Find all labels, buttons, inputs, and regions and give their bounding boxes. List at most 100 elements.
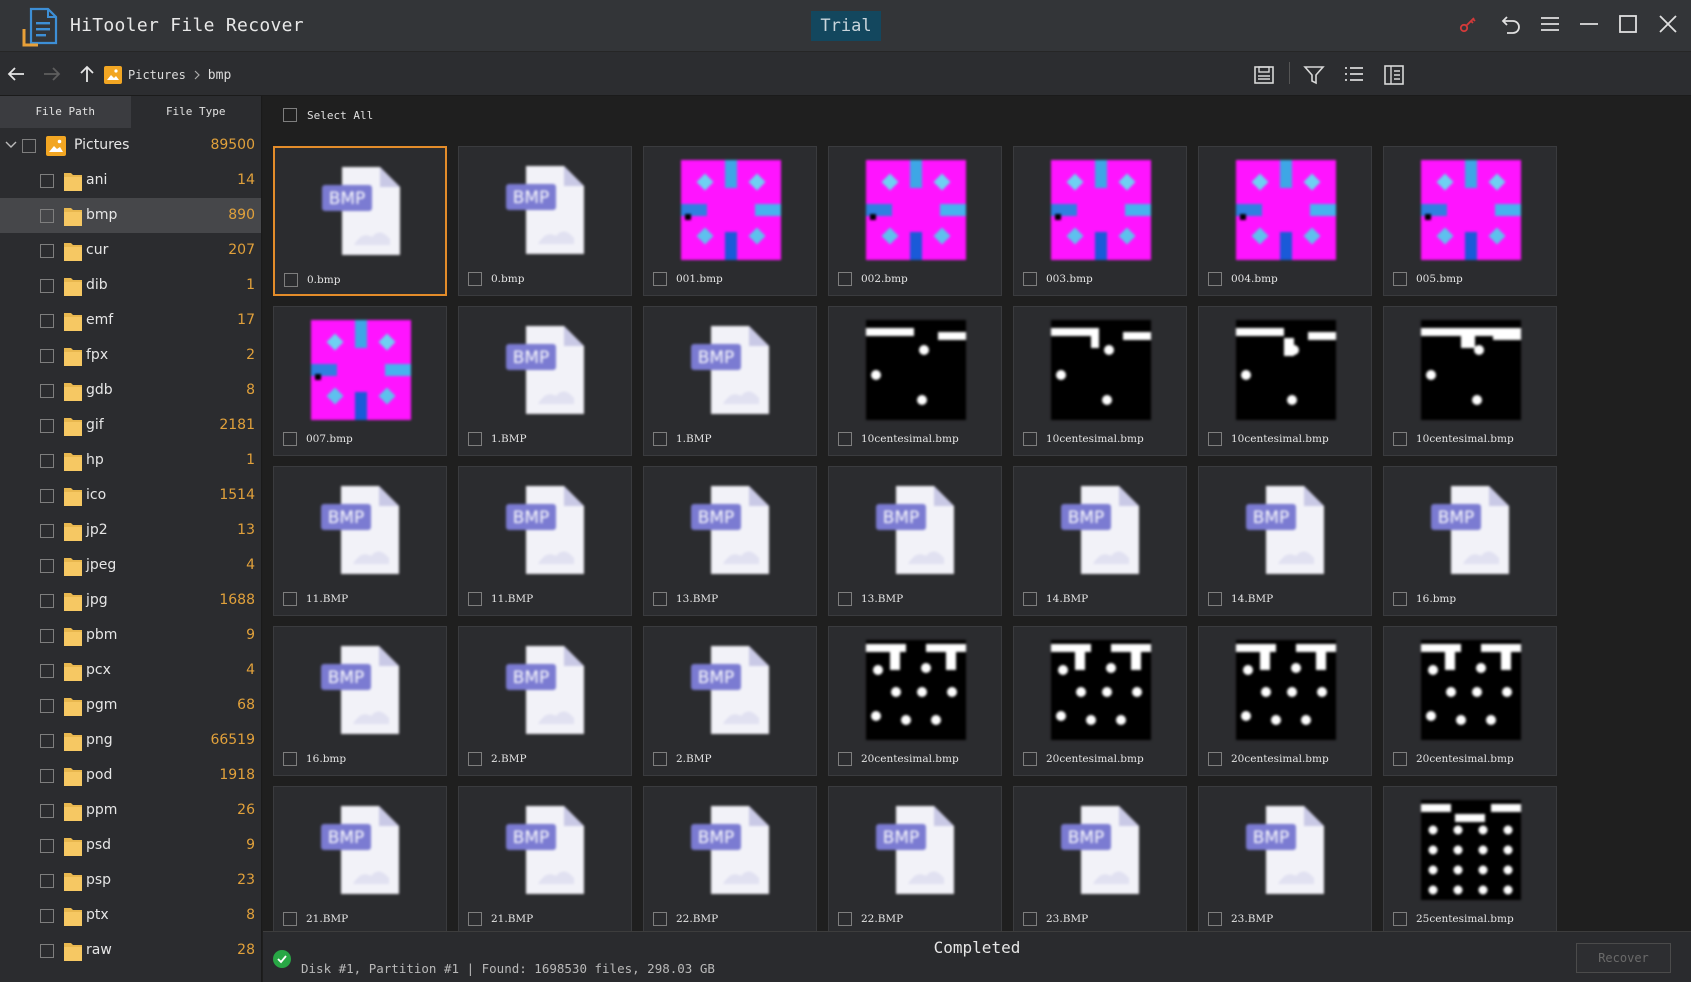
file-card[interactable]: 20centesimal.bmp [1198,626,1372,776]
tree-item-checkbox[interactable] [40,209,54,223]
sidebar-item-fpx[interactable]: fpx 2 [0,338,261,373]
file-card[interactable]: 003.bmp [1013,146,1187,296]
file-card[interactable]: 20centesimal.bmp [1013,626,1187,776]
file-checkbox[interactable] [838,752,852,766]
tab-file-path[interactable]: File Path [0,96,131,128]
file-checkbox[interactable] [283,592,297,606]
list-view-icon[interactable] [1339,60,1369,90]
file-card[interactable]: 10centesimal.bmp [1198,306,1372,456]
file-checkbox[interactable] [1208,752,1222,766]
file-card[interactable]: BMP 13.BMP [828,466,1002,616]
file-checkbox[interactable] [653,912,667,926]
file-checkbox[interactable] [653,752,667,766]
breadcrumb-root[interactable]: Pictures [128,68,186,82]
file-checkbox[interactable] [1393,272,1407,286]
tree-root-checkbox[interactable] [22,139,36,153]
file-card[interactable]: BMP 0.bmp [273,146,447,296]
sidebar-item-bmp[interactable]: bmp 890 [0,198,261,233]
file-card[interactable]: 007.bmp [273,306,447,456]
menu-icon[interactable] [1532,6,1568,42]
file-checkbox[interactable] [653,272,667,286]
sidebar-item-jp2[interactable]: jp2 13 [0,513,261,548]
tree-item-checkbox[interactable] [40,349,54,363]
file-card[interactable]: 002.bmp [828,146,1002,296]
file-checkbox[interactable] [1208,592,1222,606]
sidebar-item-psp[interactable]: psp 23 [0,863,261,898]
file-checkbox[interactable] [1023,592,1037,606]
tree-item-checkbox[interactable] [40,594,54,608]
file-checkbox[interactable] [1208,272,1222,286]
tree-item-checkbox[interactable] [40,629,54,643]
sidebar-item-ico[interactable]: ico 1514 [0,478,261,513]
tree-item-checkbox[interactable] [40,909,54,923]
tree-item-checkbox[interactable] [40,839,54,853]
sidebar-item-ppm[interactable]: ppm 26 [0,793,261,828]
sidebar-item-gdb[interactable]: gdb 8 [0,373,261,408]
file-card[interactable]: BMP 21.BMP [458,786,632,931]
sidebar-item-jpg[interactable]: jpg 1688 [0,583,261,618]
file-card[interactable]: BMP 1.BMP [458,306,632,456]
sidebar-item-jpeg[interactable]: jpeg 4 [0,548,261,583]
sidebar-item-psd[interactable]: psd 9 [0,828,261,863]
tree-item-checkbox[interactable] [40,874,54,888]
file-card[interactable]: 001.bmp [643,146,817,296]
back-icon[interactable] [2,60,30,88]
file-checkbox[interactable] [1023,432,1037,446]
file-card[interactable]: 20centesimal.bmp [828,626,1002,776]
tree-item-checkbox[interactable] [40,699,54,713]
sidebar-item-raw[interactable]: raw 28 [0,933,261,968]
file-card[interactable]: BMP 16.bmp [273,626,447,776]
detail-view-icon[interactable] [1379,60,1409,90]
file-card[interactable]: 20centesimal.bmp [1383,626,1557,776]
file-checkbox[interactable] [1023,912,1037,926]
sidebar-item-png[interactable]: png 66519 [0,723,261,758]
sidebar-item-emf[interactable]: emf 17 [0,303,261,338]
file-card[interactable]: BMP 0.bmp [458,146,632,296]
file-checkbox[interactable] [653,432,667,446]
file-checkbox[interactable] [1393,752,1407,766]
tree-root-pictures[interactable]: Pictures 89500 [0,128,261,163]
file-checkbox[interactable] [283,432,297,446]
minimize-icon[interactable] [1571,6,1607,42]
file-card[interactable]: BMP 14.BMP [1013,466,1187,616]
file-card[interactable]: BMP 23.BMP [1198,786,1372,931]
file-checkbox[interactable] [468,592,482,606]
file-checkbox[interactable] [838,432,852,446]
sidebar-item-pod[interactable]: pod 1918 [0,758,261,793]
select-all[interactable]: Select All [283,108,373,122]
file-checkbox[interactable] [1023,752,1037,766]
key-icon[interactable] [1450,6,1486,42]
file-card[interactable]: BMP 22.BMP [643,786,817,931]
filter-icon[interactable] [1299,60,1329,90]
file-card[interactable]: 25centesimal.bmp [1383,786,1557,931]
sidebar-item-ptx[interactable]: ptx 8 [0,898,261,933]
file-checkbox[interactable] [1393,592,1407,606]
file-checkbox[interactable] [468,432,482,446]
file-card[interactable]: 10centesimal.bmp [828,306,1002,456]
sidebar-item-pcx[interactable]: pcx 4 [0,653,261,688]
sidebar-item-pgm[interactable]: pgm 68 [0,688,261,723]
file-checkbox[interactable] [1208,912,1222,926]
tree-item-checkbox[interactable] [40,454,54,468]
tree-item-checkbox[interactable] [40,384,54,398]
chevron-down-icon[interactable] [5,140,17,150]
file-checkbox[interactable] [1208,432,1222,446]
file-card[interactable]: 10centesimal.bmp [1013,306,1187,456]
sidebar-item-gif[interactable]: gif 2181 [0,408,261,443]
tree-item-checkbox[interactable] [40,769,54,783]
tree-item-checkbox[interactable] [40,664,54,678]
file-card[interactable]: BMP 22.BMP [828,786,1002,931]
tree-item-checkbox[interactable] [40,734,54,748]
up-icon[interactable] [73,60,101,88]
tree-item-checkbox[interactable] [40,419,54,433]
file-checkbox[interactable] [653,592,667,606]
tree-item-checkbox[interactable] [40,524,54,538]
file-card[interactable]: 004.bmp [1198,146,1372,296]
file-card[interactable]: BMP 14.BMP [1198,466,1372,616]
save-icon[interactable] [1249,60,1279,90]
sidebar-item-dib[interactable]: dib 1 [0,268,261,303]
file-checkbox[interactable] [283,752,297,766]
file-card[interactable]: BMP 2.BMP [643,626,817,776]
file-checkbox[interactable] [468,272,482,286]
close-icon[interactable] [1650,6,1686,42]
